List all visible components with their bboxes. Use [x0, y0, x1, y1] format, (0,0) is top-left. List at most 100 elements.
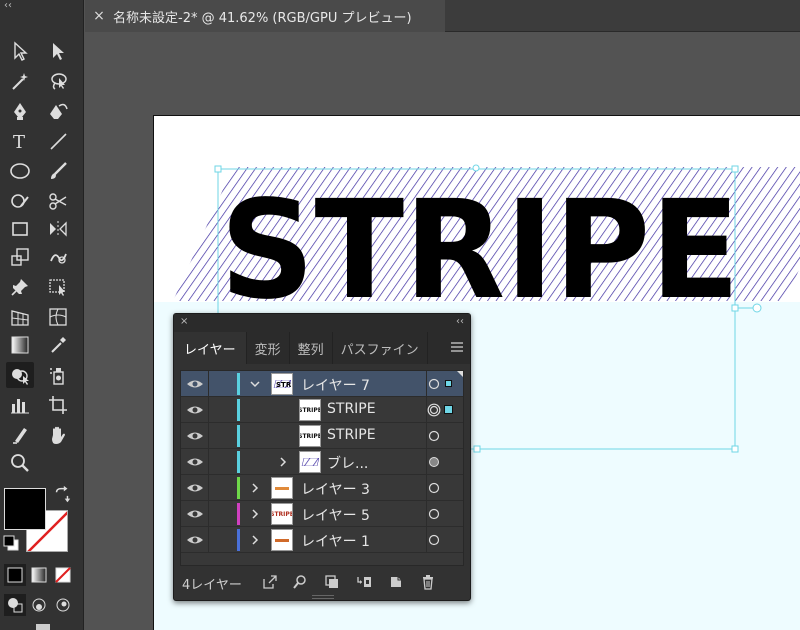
chevron-right-icon[interactable]	[249, 508, 261, 520]
selection-handle[interactable]	[731, 304, 739, 312]
none-mode-icon[interactable]	[52, 564, 74, 586]
color-mode-icon[interactable]	[4, 564, 26, 586]
target-circle-icon[interactable]	[428, 430, 440, 442]
direct-selection-icon[interactable]	[44, 38, 72, 64]
panel-menu-icon[interactable]	[450, 340, 464, 354]
fill-color-swatch[interactable]	[4, 488, 46, 530]
target-double-circle-icon[interactable]	[427, 403, 441, 417]
lock-column[interactable]	[208, 449, 209, 475]
selection-handle[interactable]	[731, 165, 739, 173]
layer-name[interactable]: STRIPE	[327, 427, 376, 443]
layer-row[interactable]: STRIPE レイヤー 7	[181, 371, 463, 397]
selection-handle[interactable]	[472, 164, 480, 172]
document-tab[interactable]: × 名称未設定-2* @ 41.62% (RGB/GPU プレビュー)	[85, 0, 445, 32]
scale-icon[interactable]	[6, 244, 34, 270]
visibility-eye-icon[interactable]	[185, 375, 205, 393]
ellipse-icon[interactable]	[6, 158, 34, 184]
zoom-icon[interactable]	[6, 450, 34, 476]
stripe-text[interactable]: STRIPE	[220, 172, 740, 330]
chevron-right-icon[interactable]	[249, 534, 261, 546]
slice-icon[interactable]	[6, 422, 34, 448]
graph-icon[interactable]	[6, 392, 34, 418]
warp-icon[interactable]	[44, 244, 72, 270]
symbol-sprayer-icon[interactable]	[44, 362, 72, 388]
artboard-icon[interactable]	[44, 392, 72, 418]
target-circle-icon[interactable]	[428, 482, 440, 494]
shaper-icon[interactable]	[6, 188, 34, 214]
visibility-eye-icon[interactable]	[185, 401, 205, 419]
screen-mode-icon[interactable]	[36, 624, 50, 630]
export-icon[interactable]	[262, 574, 278, 590]
selection-indicator[interactable]	[444, 405, 453, 414]
clipping-mask-icon[interactable]	[324, 574, 340, 590]
rotate-handle[interactable]	[752, 303, 762, 313]
lock-column[interactable]	[208, 423, 209, 449]
default-colors-icon[interactable]	[2, 534, 20, 552]
lock-column[interactable]	[208, 501, 209, 527]
free-transform-icon[interactable]	[44, 274, 72, 300]
new-layer-icon[interactable]	[388, 574, 404, 590]
layer-name[interactable]: レイヤー 5	[301, 505, 370, 525]
layer-name[interactable]: STRIPE	[327, 401, 376, 417]
lock-column[interactable]	[208, 527, 209, 553]
collapse-panel-button[interactable]: ‹‹	[456, 316, 464, 327]
draw-normal-icon[interactable]	[4, 594, 26, 616]
shape-builder-icon[interactable]	[6, 362, 34, 388]
panel-title-bar[interactable]: × ‹‹	[174, 314, 470, 332]
type-icon[interactable]: T	[6, 128, 34, 154]
selection-handle[interactable]	[214, 165, 222, 173]
layer-row[interactable]: STRIPE STRIPE	[181, 397, 463, 423]
eyedropper-icon[interactable]	[44, 332, 72, 358]
visibility-eye-icon[interactable]	[185, 531, 205, 549]
reflect-icon[interactable]	[44, 216, 72, 242]
new-sublayer-icon[interactable]	[356, 574, 372, 590]
visibility-eye-icon[interactable]	[185, 453, 205, 471]
tab-pathfinder[interactable]: パスファイン	[333, 332, 428, 364]
close-tab-button[interactable]: ×	[85, 8, 113, 24]
tab-align[interactable]: 整列	[290, 332, 333, 364]
pin-icon[interactable]	[6, 274, 34, 300]
selection-indicator[interactable]	[445, 380, 452, 387]
layer-row[interactable]: STRIPE レイヤー 5	[181, 501, 463, 527]
layer-name[interactable]: レイヤー 3	[301, 479, 370, 499]
selection-handle[interactable]	[731, 445, 739, 453]
draw-behind-icon[interactable]	[28, 594, 50, 616]
selection-icon[interactable]	[6, 38, 34, 64]
lock-column[interactable]	[208, 475, 209, 501]
visibility-eye-icon[interactable]	[185, 505, 205, 523]
panel-resize-grip[interactable]	[312, 595, 334, 599]
hand-icon[interactable]	[44, 422, 72, 448]
magic-wand-icon[interactable]	[6, 68, 34, 94]
visibility-eye-icon[interactable]	[185, 479, 205, 497]
chevron-right-icon[interactable]	[277, 456, 289, 468]
gradient-icon[interactable]	[6, 332, 34, 358]
layer-row[interactable]: レイヤー 3	[181, 475, 463, 501]
target-circle-icon[interactable]	[428, 378, 440, 390]
chevron-down-icon[interactable]	[249, 378, 261, 390]
paintbrush-icon[interactable]	[44, 158, 72, 184]
lasso-icon[interactable]	[44, 68, 72, 94]
rectangle-icon[interactable]	[6, 216, 34, 242]
pen-icon[interactable]	[6, 98, 34, 124]
draw-inside-icon[interactable]	[52, 594, 74, 616]
lock-column[interactable]	[208, 371, 209, 397]
close-panel-button[interactable]: ×	[180, 316, 188, 327]
scissors-icon[interactable]	[44, 188, 72, 214]
layer-name[interactable]: レイヤー 1	[301, 531, 370, 551]
target-circle-icon[interactable]	[428, 534, 440, 546]
layer-name[interactable]: ブレ...	[327, 453, 368, 473]
search-icon[interactable]	[292, 574, 308, 590]
line-segment-icon[interactable]	[44, 128, 72, 154]
chevron-right-icon[interactable]	[249, 482, 261, 494]
lock-column[interactable]	[208, 397, 209, 423]
gradient-mode-icon[interactable]	[28, 564, 50, 586]
target-filled-circle-icon[interactable]	[428, 456, 440, 468]
perspective-grid-icon[interactable]	[6, 304, 34, 330]
selection-handle[interactable]	[473, 445, 481, 453]
mesh-icon[interactable]	[44, 304, 72, 330]
target-circle-icon[interactable]	[428, 508, 440, 520]
trash-icon[interactable]	[420, 574, 436, 590]
layer-row[interactable]: STRIPE STRIPE	[181, 423, 463, 449]
visibility-eye-icon[interactable]	[185, 427, 205, 445]
tab-layers[interactable]: レイヤー	[174, 332, 247, 364]
